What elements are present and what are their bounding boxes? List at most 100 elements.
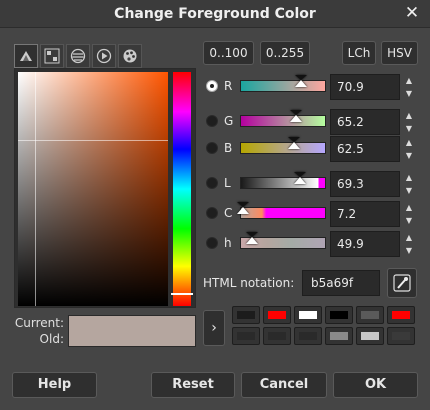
picker-crosshair-vertical [35, 72, 36, 306]
history-swatch-color [361, 332, 379, 340]
channel-value-field[interactable]: 69.3 [330, 171, 400, 197]
history-swatch[interactable] [356, 327, 384, 345]
slider-thumb[interactable] [237, 202, 250, 214]
cancel-button[interactable]: Cancel [241, 372, 327, 398]
tab-wheel-selector[interactable] [92, 44, 116, 68]
channel-row-b: B 62.5 ▲ ▼ [204, 136, 420, 162]
tab-watercolor-selector[interactable] [66, 44, 90, 68]
close-icon[interactable]: ✕ [402, 3, 422, 23]
spin-down-icon[interactable]: ▼ [402, 214, 416, 227]
help-button[interactable]: Help [12, 372, 97, 398]
channel-radio[interactable] [206, 207, 218, 219]
history-swatch[interactable] [387, 327, 415, 345]
watercolor-selector-icon [70, 48, 86, 64]
channel-value-field[interactable]: 65.2 [330, 109, 400, 135]
channel-radio[interactable] [206, 80, 218, 92]
history-swatch[interactable] [294, 306, 322, 324]
spin-up-icon[interactable]: ▲ [402, 74, 416, 87]
slider-thumb[interactable] [245, 232, 258, 244]
reset-button[interactable]: Reset [151, 372, 235, 398]
tab-palette-selector[interactable] [118, 44, 142, 68]
eyedropper-button[interactable] [387, 268, 417, 298]
channel-label: R [224, 79, 233, 93]
channel-label: B [224, 141, 233, 155]
hsv-button[interactable]: HSV [381, 41, 418, 65]
picker-crosshair-horizontal [18, 140, 168, 141]
channel-radio[interactable] [206, 142, 218, 154]
spin-up-icon[interactable]: ▲ [402, 231, 416, 244]
channel-label: G [224, 114, 234, 128]
channel-slider[interactable] [240, 115, 326, 127]
channel-radio[interactable] [206, 115, 218, 127]
slider-thumb[interactable] [293, 172, 306, 184]
eyedropper-icon [393, 274, 411, 292]
range-0-255-button[interactable]: 0..255 [260, 41, 310, 65]
history-swatch-color [392, 332, 410, 340]
html-notation-input[interactable] [302, 270, 380, 296]
channel-label: C [224, 206, 233, 220]
slider-thumb[interactable] [287, 137, 300, 149]
history-swatch-color [237, 311, 255, 319]
channel-value-field[interactable]: 70.9 [330, 74, 400, 100]
range-0-100-button[interactable]: 0..100 [203, 41, 254, 65]
history-swatch-color [299, 311, 317, 319]
history-swatch-color [392, 311, 410, 319]
color-picker-area [14, 68, 196, 308]
spin-up-icon[interactable]: ▲ [402, 201, 416, 214]
spin-up-icon[interactable]: ▲ [402, 171, 416, 184]
html-notation-label: HTML notation: [203, 276, 295, 290]
spin-down-icon[interactable]: ▼ [402, 184, 416, 197]
channel-value-field[interactable]: 7.2 [330, 201, 400, 227]
cmyk-selector-icon [44, 48, 60, 64]
channel-label: L [224, 176, 231, 190]
history-swatch[interactable] [232, 306, 260, 324]
saturation-value-plane[interactable] [18, 72, 168, 306]
spin-down-icon[interactable]: ▼ [402, 244, 416, 257]
ok-button[interactable]: OK [333, 372, 418, 398]
channel-slider[interactable] [240, 207, 326, 219]
old-label: Old: [39, 332, 64, 346]
add-to-history-button[interactable]: › [203, 310, 225, 346]
color-selector-tabs [14, 44, 144, 68]
history-swatch-color [330, 332, 348, 340]
channel-slider[interactable] [240, 142, 326, 154]
channel-slider[interactable] [240, 177, 326, 189]
slider-thumb[interactable] [294, 75, 307, 87]
channel-value-field[interactable]: 49.9 [330, 231, 400, 257]
wheel-selector-icon [96, 48, 112, 64]
spin-down-icon[interactable]: ▼ [402, 149, 416, 162]
spin-up-icon[interactable]: ▲ [402, 136, 416, 149]
channel-value-field[interactable]: 62.5 [330, 136, 400, 162]
palette-selector-icon [123, 49, 137, 63]
window-title: Change Foreground Color [114, 6, 316, 22]
channel-slider[interactable] [240, 80, 326, 92]
history-swatch[interactable] [356, 306, 384, 324]
history-swatch[interactable] [263, 327, 291, 345]
history-swatch[interactable] [325, 306, 353, 324]
hue-strip[interactable] [171, 72, 193, 306]
channel-label: h [224, 236, 232, 250]
spin-up-icon[interactable]: ▲ [402, 109, 416, 122]
history-swatch[interactable] [325, 327, 353, 345]
slider-thumb[interactable] [290, 110, 303, 122]
tab-cmyk-selector[interactable] [40, 44, 64, 68]
current-old-color-swatch [68, 315, 196, 347]
spin-down-icon[interactable]: ▼ [402, 87, 416, 100]
history-swatch[interactable] [387, 306, 415, 324]
history-swatch[interactable] [294, 327, 322, 345]
hue-marker[interactable] [171, 293, 193, 295]
current-label: Current: [14, 316, 64, 330]
title-bar: Change Foreground Color ✕ [0, 0, 430, 28]
channel-radio[interactable] [206, 177, 218, 189]
history-swatch-color [299, 332, 317, 340]
history-swatch[interactable] [232, 327, 260, 345]
history-swatch-color [237, 332, 255, 340]
lch-button[interactable]: LCh [342, 41, 376, 65]
gimp-selector-icon [20, 51, 32, 61]
spin-down-icon[interactable]: ▼ [402, 122, 416, 135]
history-swatch[interactable] [263, 306, 291, 324]
channel-radio[interactable] [206, 237, 218, 249]
history-swatch-color [330, 311, 348, 319]
tab-gimp-selector[interactable] [14, 44, 38, 68]
history-swatch-color [361, 311, 379, 319]
